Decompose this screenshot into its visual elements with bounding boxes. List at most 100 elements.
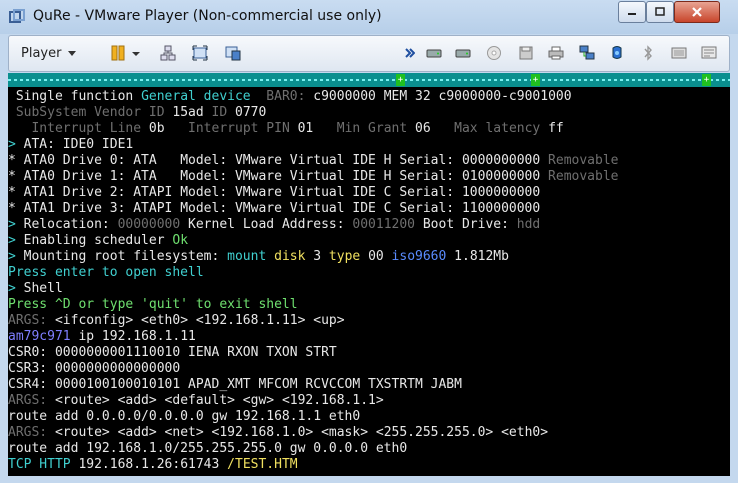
terminal-text: CSR3: 0000000000000000 [8, 361, 181, 376]
terminal-text: c9000000 MEM 32 c9000000-c9001000 [313, 89, 572, 104]
floppy-icon[interactable] [518, 45, 534, 61]
sound-icon[interactable] [671, 45, 687, 61]
terminal-text: Press enter to open shell [8, 265, 204, 280]
terminal-text: > [8, 249, 16, 264]
cd-drive-icon[interactable] [486, 45, 502, 61]
terminal-text: am79c971 [8, 329, 71, 344]
terminal-text: CSR4: 0000100100010101 APAD_XMT MFCOM RC… [8, 377, 462, 392]
terminal-line: route add 0.0.0.0/0.0.0.0 gw 192.168.1.1… [8, 409, 730, 425]
terminal-output: Single function General device BAR0: c90… [8, 89, 730, 473]
terminal-line: ARGS: <route> <add> <net> <192.168.1.0> … [8, 425, 730, 441]
terminal-text: * [8, 153, 16, 168]
terminal-line: * ATA0 Drive 0: ATA Model: VMware Virtua… [8, 153, 730, 169]
terminal-text: Relocation: [15, 217, 118, 232]
terminal-text: ARGS: [8, 393, 55, 408]
terminal-text: route add 0.0.0.0/0.0.0.0 gw 192.168.1.1… [8, 409, 361, 424]
terminal-text: ID [203, 105, 235, 120]
maximize-button[interactable] [646, 1, 674, 23]
maximize-icon [655, 7, 665, 16]
terminal-text: Single function [15, 89, 142, 104]
minimize-button[interactable] [618, 1, 646, 23]
terminal-text: ff [548, 121, 564, 136]
terminal-text: disk [274, 249, 314, 264]
terminal-text: Removable [548, 169, 619, 184]
terminal-line: > Shell [8, 281, 730, 297]
pause-dropdown-icon[interactable] [132, 45, 140, 61]
terminal-text: Boot Drive: [415, 217, 517, 232]
terminal-line: ARGS: <route> <add> <default> <gw> <192.… [8, 393, 730, 409]
bluetooth-icon[interactable] [640, 45, 656, 61]
terminal-text: <ifconfig> <eth0> <192.168.1.11> <up> [54, 313, 345, 328]
close-icon [692, 7, 702, 17]
terminal-text: > [8, 217, 16, 232]
terminal-line: Single function General device BAR0: c90… [8, 89, 730, 105]
terminal-line: > ATA: IDE0 IDE1 [8, 137, 730, 153]
terminal-line: CSR3: 0000000000000000 [8, 361, 730, 377]
terminal-text: 192.168.1.26:61743 [78, 457, 228, 472]
terminal-line: Press enter to open shell [8, 265, 730, 281]
terminal-text: iso9660 [391, 249, 447, 264]
terminal-text: 00011200 [352, 217, 416, 232]
terminal-text: 0b [148, 121, 165, 136]
status-marker: + [531, 74, 540, 86]
printer-icon[interactable] [548, 45, 564, 61]
terminal-text: 3 [313, 249, 329, 264]
pause-icon[interactable] [110, 45, 126, 61]
terminal-text: ATA0 Drive 1: ATA Model: VMware Virtual … [15, 169, 549, 184]
terminal-text: 06 [415, 121, 431, 136]
terminal-text: ATA1 Drive 3: ATAPI Model: VMware Virtua… [15, 201, 541, 216]
terminal-line: am79c971 ip 192.168.1.11 [8, 329, 730, 345]
send-ctrl-alt-del-icon[interactable] [160, 45, 176, 61]
console-status-bar: + + + [8, 73, 730, 87]
terminal-line: * ATA1 Drive 2: ATAPI Model: VMware Virt… [8, 185, 730, 201]
vm-console[interactable]: + + + Single function General device BAR… [8, 73, 730, 476]
terminal-text: Interrupt PIN [164, 121, 298, 136]
hard-disk-icon[interactable] [426, 45, 442, 61]
terminal-line: ARGS: <ifconfig> <eth0> <192.168.1.11> <… [8, 313, 730, 329]
toolbar: Player [8, 35, 730, 72]
status-marker: + [396, 74, 405, 86]
terminal-text: Ok [172, 233, 189, 248]
terminal-text: Min Grant [313, 121, 416, 136]
terminal-text: <route> <add> <default> <gw> <192.168.1.… [54, 393, 384, 408]
chevron-down-icon [68, 50, 77, 56]
terminal-line: Press ^D or type 'quit' to exit shell [8, 297, 730, 313]
terminal-text: hdd [516, 217, 541, 232]
terminal-line: CSR0: 0000000001110010 IENA RXON TXON ST… [8, 345, 730, 361]
terminal-line: TCP HTTP 192.168.1.26:61743 /TEST.HTM [8, 457, 730, 473]
status-marker: + [702, 74, 711, 86]
terminal-text: type [328, 249, 369, 264]
terminal-text: BAR0: [250, 89, 314, 104]
terminal-text: route add 192.168.1.0/255.255.255.0 gw 0… [8, 441, 408, 456]
terminal-text: 0770 [235, 105, 267, 120]
status-bar-dotted-line [8, 79, 730, 81]
window-title: QuRe - VMware Player (Non-commercial use… [33, 8, 382, 24]
fullscreen-icon[interactable] [192, 45, 208, 61]
terminal-text: Removable [548, 153, 619, 168]
terminal-text: ARGS: [8, 313, 55, 328]
terminal-line: SubSystem Vendor ID 15ad ID 0770 [8, 105, 730, 121]
player-menu-button[interactable]: Player [21, 46, 77, 61]
close-button[interactable] [674, 1, 720, 23]
terminal-text: General device [141, 89, 251, 104]
unity-icon[interactable] [225, 45, 241, 61]
terminal-line: > Enabling scheduler Ok [8, 233, 730, 249]
terminal-line: * ATA1 Drive 3: ATAPI Model: VMware Virt… [8, 201, 730, 217]
terminal-text: Interrupt Line [31, 121, 149, 136]
usb-icon[interactable] [609, 45, 625, 61]
terminal-text: mount [227, 249, 275, 264]
network-icon[interactable] [579, 45, 595, 61]
player-menu-label: Player [21, 46, 62, 61]
terminal-text: 15ad [172, 105, 204, 120]
terminal-text: ARGS: [8, 425, 55, 440]
terminal-text: SubSystem Vendor ID [15, 105, 173, 120]
arrows-icon[interactable] [405, 45, 415, 61]
title-bar[interactable]: QuRe - VMware Player (Non-commercial use… [0, 0, 738, 34]
message-icon[interactable] [701, 45, 717, 61]
terminal-text: ATA1 Drive 2: ATAPI Model: VMware Virtua… [15, 185, 541, 200]
terminal-text: CSR0: 0000000001110010 IENA RXON TXON ST… [8, 345, 337, 360]
terminal-text: Mounting root filesystem: [15, 249, 228, 264]
terminal-text: Max latency [430, 121, 549, 136]
terminal-text: > [8, 281, 16, 296]
hard-disk-2-icon[interactable] [455, 45, 471, 61]
